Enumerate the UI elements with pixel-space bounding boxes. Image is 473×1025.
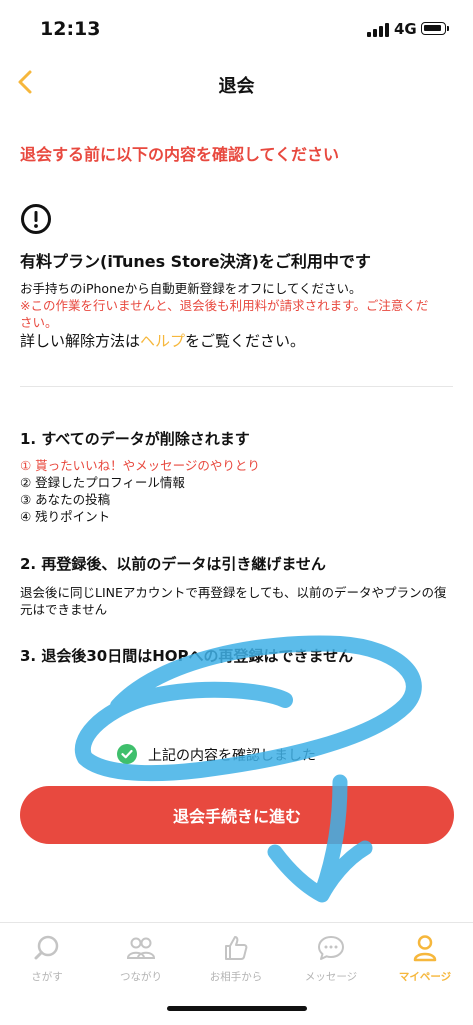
tab-label: さがす bbox=[31, 971, 63, 983]
deleted-data-list: ① 貰ったいいね！やメッセージのやりとり ② 登録したプロフィール情報 ③ あな… bbox=[20, 457, 260, 525]
confirm-label: 上記の内容を確認しました bbox=[148, 748, 316, 764]
warning-heading: 退会する前に以下の内容を確認してください bbox=[20, 145, 340, 164]
people-icon bbox=[126, 937, 156, 959]
tab-connections[interactable]: つながり bbox=[94, 933, 188, 995]
check-circle-icon bbox=[117, 744, 137, 764]
search-icon bbox=[34, 935, 59, 960]
battery-tip bbox=[447, 26, 449, 31]
person-icon bbox=[413, 935, 437, 962]
chat-bubble-icon bbox=[318, 936, 344, 960]
home-indicator bbox=[167, 1006, 307, 1011]
tab-label: マイページ bbox=[398, 971, 452, 983]
tab-label: つながり bbox=[120, 971, 162, 983]
plan-description: お手持ちのiPhoneから自動更新登録をオフにしてください。 bbox=[20, 281, 362, 296]
help-link[interactable]: ヘルプ bbox=[140, 332, 185, 350]
tab-from-partner[interactable]: お相手から bbox=[189, 933, 283, 995]
list-item: ② 登録したプロフィール情報 bbox=[20, 475, 185, 490]
page-title: 退会 bbox=[218, 76, 255, 97]
tab-my-page[interactable]: マイページ bbox=[378, 933, 472, 995]
proceed-withdrawal-button[interactable]: 退会手続きに進む bbox=[20, 786, 454, 844]
section-title-no-reregister: 3. 退会後30日間はHOPへの再登録はできません bbox=[20, 647, 354, 665]
tab-label: お相手から bbox=[209, 971, 263, 983]
nav-bar: 退会 bbox=[0, 56, 473, 110]
alert-icon bbox=[21, 204, 51, 234]
help-suffix: をご覧ください。 bbox=[185, 332, 306, 350]
divider bbox=[20, 386, 453, 387]
section-title-no-transfer: 2. 再登録後、以前のデータは引き継げません bbox=[20, 555, 326, 573]
list-item: ③ あなたの投稿 bbox=[20, 492, 111, 507]
tab-label: メッセージ bbox=[304, 971, 358, 983]
section-title-data-deletion: 1. すべてのデータが削除されます bbox=[20, 430, 250, 448]
plan-note: ※この作業を行いませんと、退会後も利用料が請求されます。ご注意ください。 bbox=[20, 298, 429, 330]
list-item: ① 貰ったいいね！やメッセージのやりとり bbox=[20, 458, 260, 473]
list-item: ④ 残りポイント bbox=[20, 509, 111, 524]
tab-search[interactable]: さがす bbox=[0, 933, 94, 995]
tab-messages[interactable]: メッセージ bbox=[284, 933, 378, 995]
help-prefix: 詳しい解除方法は bbox=[20, 332, 141, 350]
status-time: 12:13 bbox=[40, 18, 101, 40]
help-line: 詳しい解除方法はヘルプをご覧ください。 bbox=[20, 330, 305, 351]
signal-icon bbox=[367, 23, 389, 37]
thumbs-up-icon bbox=[225, 936, 248, 960]
network-label: 4G bbox=[394, 20, 417, 38]
status-bar: 12:13 4G bbox=[0, 0, 473, 56]
section-description-no-transfer: 退会後に同じLINEアカウントで再登録をしても、以前のデータやプランの復元はでき… bbox=[20, 585, 447, 617]
plan-title: 有料プラン(iTunes Store決済)をご利用中です bbox=[20, 252, 371, 271]
battery-icon bbox=[421, 22, 446, 35]
